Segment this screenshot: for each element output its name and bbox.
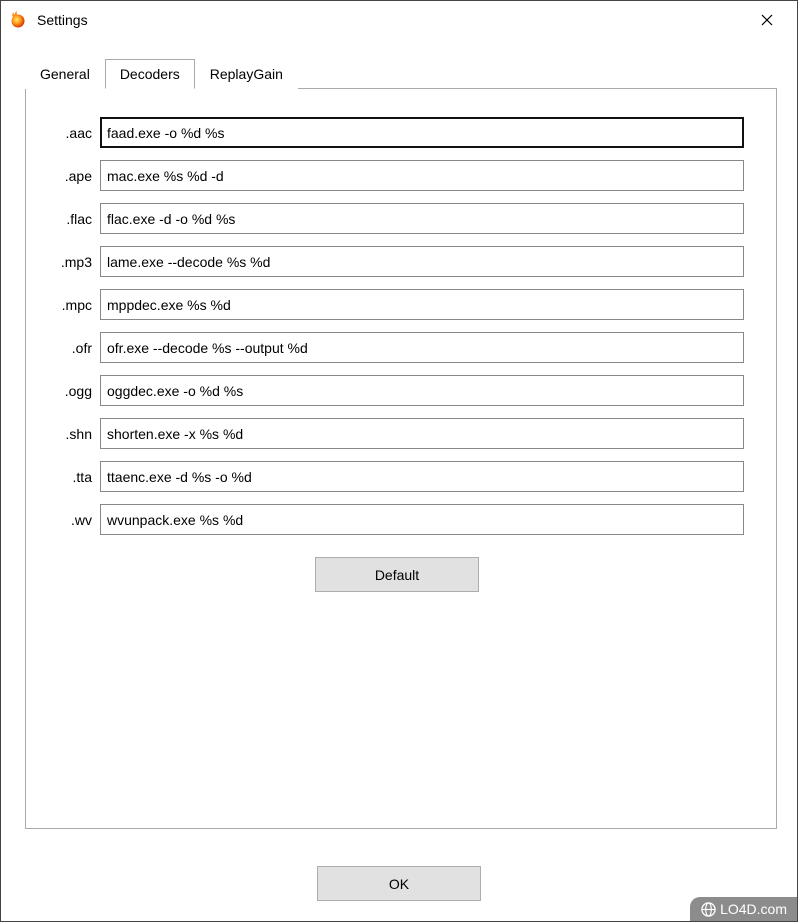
decoder-input-ape[interactable] bbox=[100, 160, 744, 191]
decoder-row-ofr: .ofr bbox=[50, 332, 744, 363]
decoder-label: .mp3 bbox=[50, 254, 100, 270]
decoder-row-aac: .aac bbox=[50, 117, 744, 148]
decoder-row-flac: .flac bbox=[50, 203, 744, 234]
close-button[interactable] bbox=[745, 5, 789, 35]
decoder-input-mp3[interactable] bbox=[100, 246, 744, 277]
decoder-label: .ape bbox=[50, 168, 100, 184]
decoder-label: .ofr bbox=[50, 340, 100, 356]
decoder-label: .flac bbox=[50, 211, 100, 227]
tab-decoders[interactable]: Decoders bbox=[105, 59, 195, 89]
default-button[interactable]: Default bbox=[315, 557, 479, 592]
decoder-input-shn[interactable] bbox=[100, 418, 744, 449]
decoder-row-mpc: .mpc bbox=[50, 289, 744, 320]
decoder-label: .aac bbox=[50, 125, 100, 141]
decoder-input-ogg[interactable] bbox=[100, 375, 744, 406]
tab-bar: General Decoders ReplayGain bbox=[25, 59, 777, 89]
decoder-label: .tta bbox=[50, 469, 100, 485]
decoder-input-flac[interactable] bbox=[100, 203, 744, 234]
watermark-text: LO4D.com bbox=[720, 901, 787, 917]
decoder-row-shn: .shn bbox=[50, 418, 744, 449]
app-icon bbox=[9, 10, 29, 30]
close-icon bbox=[761, 14, 773, 26]
ok-button[interactable]: OK bbox=[317, 866, 481, 901]
decoder-label: .mpc bbox=[50, 297, 100, 313]
tab-replaygain[interactable]: ReplayGain bbox=[195, 59, 298, 89]
decoder-row-wv: .wv bbox=[50, 504, 744, 535]
decoder-input-tta[interactable] bbox=[100, 461, 744, 492]
decoder-row-ogg: .ogg bbox=[50, 375, 744, 406]
ok-row: OK bbox=[1, 866, 797, 901]
decoder-label: .ogg bbox=[50, 383, 100, 399]
decoders-panel: .aac .ape .flac .mp3 .mpc .ofr bbox=[25, 89, 777, 829]
decoder-input-wv[interactable] bbox=[100, 504, 744, 535]
window-title: Settings bbox=[37, 12, 88, 28]
decoder-input-mpc[interactable] bbox=[100, 289, 744, 320]
decoder-row-ape: .ape bbox=[50, 160, 744, 191]
decoder-input-aac[interactable] bbox=[100, 117, 744, 148]
decoder-label: .shn bbox=[50, 426, 100, 442]
tab-general[interactable]: General bbox=[25, 59, 105, 89]
decoder-input-ofr[interactable] bbox=[100, 332, 744, 363]
decoder-row-tta: .tta bbox=[50, 461, 744, 492]
decoder-label: .wv bbox=[50, 512, 100, 528]
titlebar: Settings bbox=[1, 1, 797, 39]
watermark: LO4D.com bbox=[690, 897, 797, 921]
content-area: General Decoders ReplayGain .aac .ape .f… bbox=[1, 39, 797, 829]
decoder-row-mp3: .mp3 bbox=[50, 246, 744, 277]
globe-icon bbox=[700, 901, 716, 917]
settings-window: Settings General Decoders ReplayGain .aa… bbox=[0, 0, 798, 922]
